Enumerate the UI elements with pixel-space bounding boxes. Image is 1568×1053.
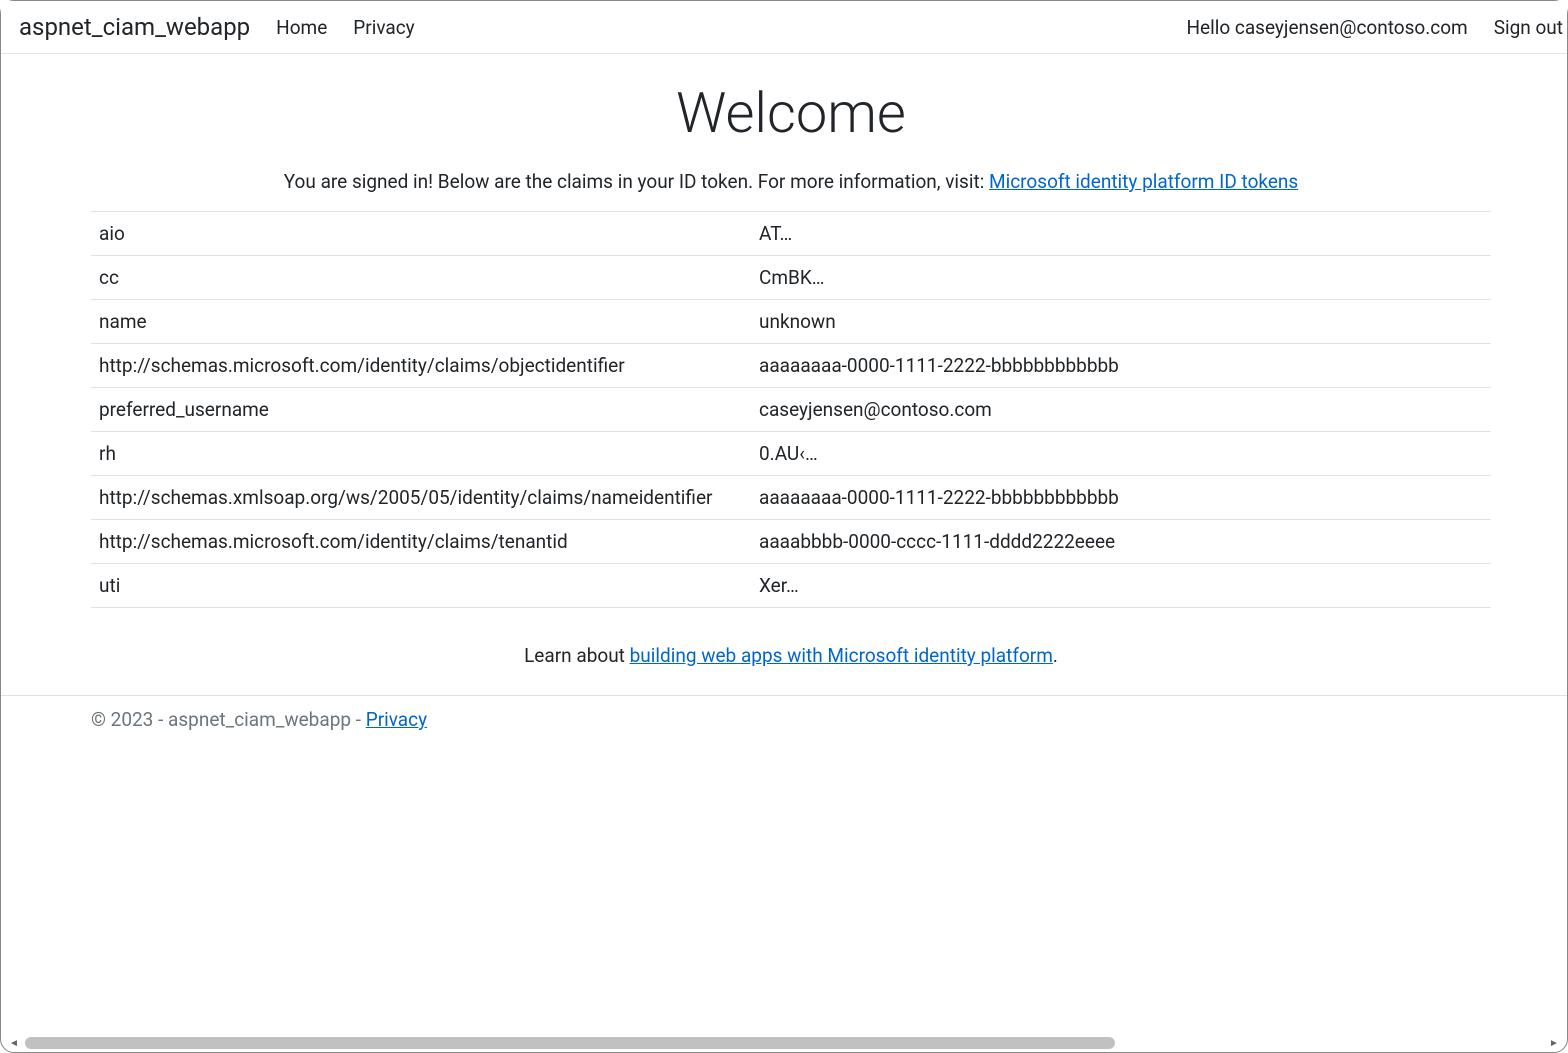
table-row: cc CmBK… — [91, 256, 1491, 300]
table-row: aio AT… — [91, 212, 1491, 256]
table-row: preferred_username caseyjensen@contoso.c… — [91, 388, 1491, 432]
footer: © 2023 - aspnet_ciam_webapp - Privacy — [1, 695, 1567, 743]
claim-key: preferred_username — [91, 388, 751, 432]
claim-key: uti — [91, 564, 751, 608]
table-row: rh 0.AU‹… — [91, 432, 1491, 476]
table-row: name unknown — [91, 300, 1491, 344]
nav-privacy-link[interactable]: Privacy — [353, 16, 414, 39]
table-row: http://schemas.microsoft.com/identity/cl… — [91, 520, 1491, 564]
user-greeting-link[interactable]: Hello caseyjensen@contoso.com — [1186, 16, 1467, 39]
build-webapps-docs-link[interactable]: building web apps with Microsoft identit… — [630, 644, 1053, 667]
footer-copyright: © 2023 - aspnet_ciam_webapp - — [91, 708, 366, 731]
claim-value: AT… — [751, 212, 1491, 256]
intro-prefix: You are signed in! Below are the claims … — [284, 170, 989, 193]
scroll-left-arrow-icon[interactable]: ◄ — [7, 1036, 21, 1050]
learn-suffix: . — [1053, 644, 1058, 667]
learn-about-text: Learn about building web apps with Micro… — [1, 644, 1567, 667]
claim-key: name — [91, 300, 751, 344]
footer-privacy-link[interactable]: Privacy — [366, 708, 427, 731]
claim-value: unknown — [751, 300, 1491, 344]
claim-key: aio — [91, 212, 751, 256]
claim-key: http://schemas.microsoft.com/identity/cl… — [91, 344, 751, 388]
navbar-left: aspnet_ciam_webapp Home Privacy — [19, 13, 415, 41]
navbar: aspnet_ciam_webapp Home Privacy Hello ca… — [1, 1, 1567, 54]
claim-key: http://schemas.microsoft.com/identity/cl… — [91, 520, 751, 564]
page-title: Welcome — [1, 80, 1567, 146]
claim-value: 0.AU‹… — [751, 432, 1491, 476]
claim-key: http://schemas.xmlsoap.org/ws/2005/05/id… — [91, 476, 751, 520]
horizontal-scrollbar[interactable]: ◄ ► — [7, 1036, 1561, 1050]
claims-table: aio AT… cc CmBK… name unknown http://sch… — [91, 211, 1491, 608]
nav-home-link[interactable]: Home — [276, 16, 327, 39]
id-tokens-docs-link[interactable]: Microsoft identity platform ID tokens — [989, 170, 1298, 193]
claims-table-body: aio AT… cc CmBK… name unknown http://sch… — [91, 212, 1491, 608]
scroll-right-arrow-icon[interactable]: ► — [1547, 1036, 1561, 1050]
claim-value: Xer… — [751, 564, 1491, 608]
navbar-right: Hello caseyjensen@contoso.com Sign out — [1186, 16, 1563, 39]
claim-key: cc — [91, 256, 751, 300]
table-row: http://schemas.microsoft.com/identity/cl… — [91, 344, 1491, 388]
main-content: Welcome You are signed in! Below are the… — [1, 54, 1567, 695]
horizontal-scrollbar-thumb[interactable] — [25, 1037, 1115, 1049]
brand-link[interactable]: aspnet_ciam_webapp — [19, 13, 250, 41]
claim-value: aaaaaaaa-0000-1111-2222-bbbbbbbbbbbb — [751, 476, 1491, 520]
table-row: http://schemas.xmlsoap.org/ws/2005/05/id… — [91, 476, 1491, 520]
table-row: uti Xer… — [91, 564, 1491, 608]
claim-value: caseyjensen@contoso.com — [751, 388, 1491, 432]
claim-value: aaaaaaaa-0000-1111-2222-bbbbbbbbbbbb — [751, 344, 1491, 388]
intro-text: You are signed in! Below are the claims … — [1, 170, 1567, 193]
claim-value: aaaabbbb-0000-cccc-1111-dddd2222eeee — [751, 520, 1491, 564]
claim-value: CmBK… — [751, 256, 1491, 300]
claim-key: rh — [91, 432, 751, 476]
sign-out-link[interactable]: Sign out — [1494, 16, 1563, 39]
learn-prefix: Learn about — [524, 644, 630, 667]
